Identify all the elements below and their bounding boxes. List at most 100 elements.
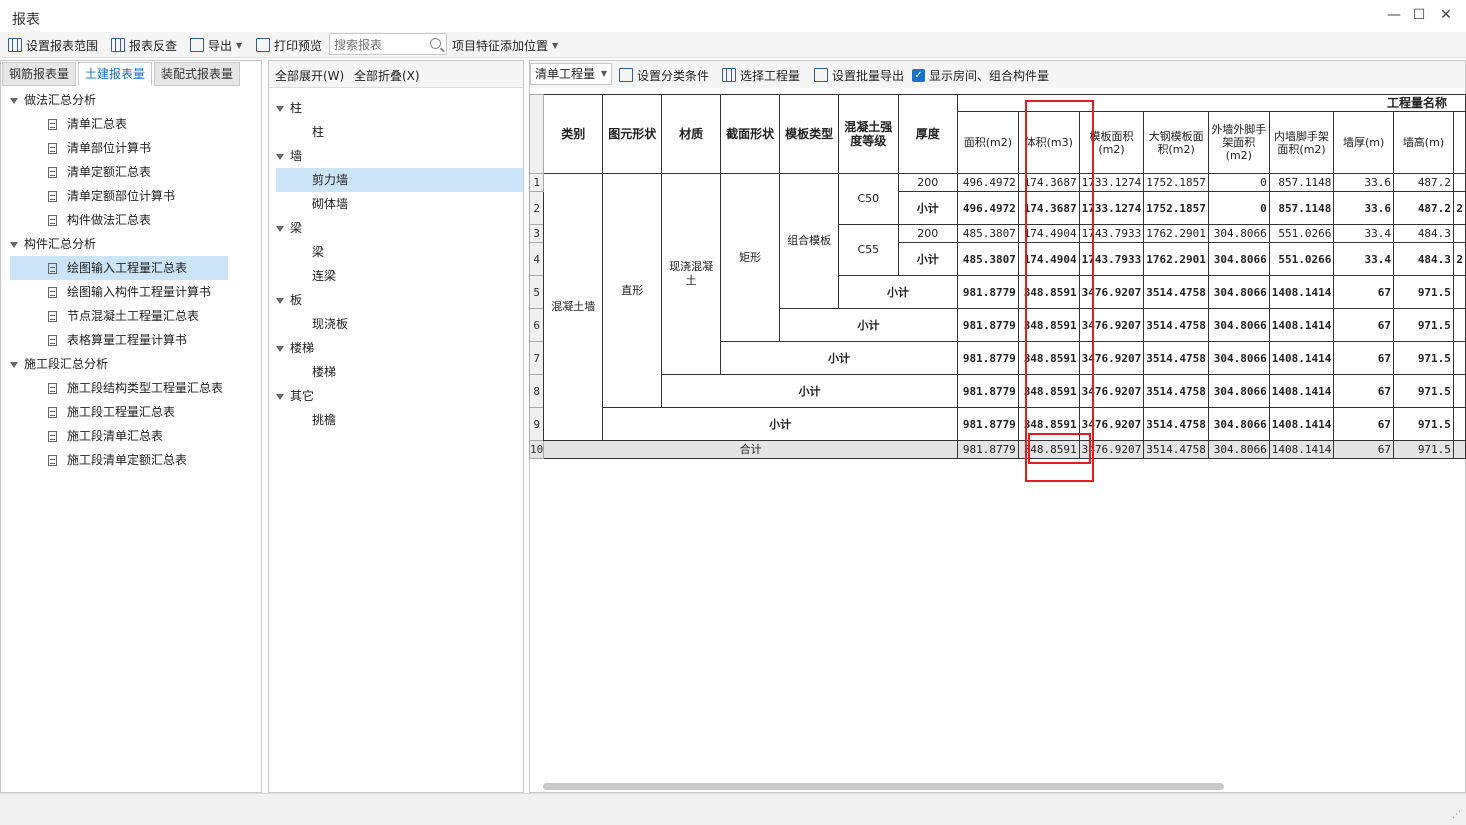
tree-group-label: 构件汇总分析 (24, 237, 97, 251)
search-box[interactable] (329, 33, 447, 55)
feature-position-dropdown[interactable]: 项目特征添加位置 ▼ (452, 36, 558, 54)
component-item[interactable]: 现浇板 (276, 312, 523, 336)
tree-group[interactable]: 施工段汇总分析 (10, 352, 258, 376)
report-item[interactable]: 施工段结构类型工程量汇总表 (10, 376, 258, 400)
qty-header: 内墙脚手架面积(m2) (1268, 111, 1335, 174)
row-number: 2 (529, 191, 545, 225)
value-cell: 67 (1333, 341, 1394, 375)
quantity-type-select[interactable]: 清单工程量 ▼ (530, 63, 612, 85)
close-button[interactable]: ✕ (1435, 6, 1457, 24)
tree-group[interactable]: 做法汇总分析 (10, 88, 258, 112)
report-item[interactable]: 施工段清单汇总表 (10, 424, 258, 448)
value-cell: 1752.1857 (1143, 191, 1209, 225)
report-item[interactable]: 绘图输入工程量汇总表 (10, 256, 228, 280)
expand-arrow-icon[interactable] (10, 241, 18, 248)
expand-arrow-icon[interactable] (276, 297, 284, 304)
component-tree: 柱柱墙剪力墙 砌体墙梁梁连梁板现浇板 楼梯 楼梯 其它 挑檐 (276, 96, 523, 432)
report-item[interactable]: 清单汇总表 (10, 112, 258, 136)
subtotal-cell: 小计 (838, 275, 958, 309)
edge-cell (1452, 341, 1466, 375)
select-quantity-label: 选择工程量 (740, 68, 801, 83)
set-category-button[interactable]: 设置分类条件 (619, 66, 709, 84)
chevron-down-icon: ▼ (236, 40, 243, 50)
tab-rebar[interactable]: 钢筋报表量 (2, 62, 77, 86)
value-cell: 971.5 (1393, 308, 1454, 342)
document-icon (48, 455, 57, 466)
search-icon[interactable] (430, 38, 441, 49)
minimize-button[interactable]: — (1383, 6, 1405, 24)
qty-header: 面积(m2) (956, 111, 1019, 174)
report-item[interactable]: 清单部位计算书 (10, 136, 258, 160)
tab-prefab[interactable]: 装配式报表量 (154, 62, 241, 86)
export-button[interactable]: 导出 ▼ (190, 36, 242, 54)
tree-group[interactable]: 构件汇总分析 (10, 232, 258, 256)
resize-grip-icon[interactable]: ⋰ (1452, 810, 1461, 820)
expand-arrow-icon[interactable] (276, 153, 284, 160)
component-group[interactable]: 其它 (276, 384, 523, 408)
report-item[interactable]: 绘图输入构件工程量计算书 (10, 280, 258, 304)
report-item[interactable]: 表格算量工程量计算书 (10, 328, 258, 352)
maximize-button[interactable]: ☐ (1408, 6, 1430, 24)
report-item-label: 施工段清单汇总表 (67, 429, 164, 443)
document-icon (48, 335, 57, 346)
window-title: 报表 (12, 12, 40, 28)
expand-arrow-icon[interactable] (10, 97, 18, 104)
component-item[interactable]: 柱 (276, 120, 523, 144)
component-item[interactable]: 连梁 (276, 264, 523, 288)
expand-all-button[interactable]: 全部展开(W) (275, 67, 344, 84)
report-item[interactable]: 施工段工程量汇总表 (10, 400, 258, 424)
expand-arrow-icon[interactable] (276, 105, 284, 112)
checkbox-checked-icon[interactable]: ✓ (912, 68, 925, 82)
expand-arrow-icon[interactable] (10, 361, 18, 368)
component-group[interactable]: 板 (276, 288, 523, 312)
tab-civil[interactable]: 土建报表量 (78, 62, 153, 86)
value-cell: 3514.4758 (1143, 440, 1209, 459)
component-item[interactable]: 砌体墙 (276, 192, 523, 216)
reverse-check-button[interactable]: 报表反查 (111, 36, 177, 54)
chevron-down-icon: ▼ (600, 69, 607, 78)
report-tree: 做法汇总分析 清单汇总表清单部位计算书 清单定额汇总表清单定额部位计算书 构件做法汇总… (10, 88, 258, 472)
show-rooms-toggle[interactable]: ✓ 显示房间、组合构件量 (912, 66, 1049, 84)
edge-cell (1452, 308, 1466, 342)
batch-export-button[interactable]: 设置批量导出 (814, 66, 904, 84)
expand-arrow-icon[interactable] (276, 225, 284, 232)
document-icon (48, 431, 57, 442)
edge-cell (1452, 374, 1466, 408)
component-item[interactable]: 挑檐 (276, 408, 523, 432)
collapse-all-button[interactable]: 全部折叠(X) (354, 67, 420, 84)
value-cell: 304.8066 (1207, 308, 1270, 342)
report-item[interactable]: 节点混凝土工程量汇总表 (10, 304, 258, 328)
report-item-label: 施工段工程量汇总表 (67, 405, 176, 419)
report-item-label: 绘图输入构件工程量计算书 (67, 285, 212, 299)
report-item[interactable]: 清单定额汇总表 (10, 160, 258, 184)
component-group[interactable]: 梁 (276, 216, 523, 240)
value-cell: 1408.1414 (1268, 341, 1335, 375)
component-group[interactable]: 柱 (276, 96, 523, 120)
component-item[interactable]: 梁 (276, 240, 523, 264)
expand-arrow-icon[interactable] (276, 345, 284, 352)
component-group[interactable]: 墙 (276, 144, 523, 168)
report-item[interactable]: 构件做法汇总表 (10, 208, 258, 232)
report-item[interactable]: 施工段清单定额汇总表 (10, 448, 258, 472)
set-range-button[interactable]: 设置报表范围 (8, 36, 98, 54)
report-item-label: 清单部位计算书 (67, 141, 152, 155)
subtotal-cell: 小计 (897, 191, 958, 225)
expand-arrow-icon[interactable] (276, 393, 284, 400)
report-item[interactable]: 清单定额部位计算书 (10, 184, 258, 208)
print-preview-button[interactable]: 打印预览 (256, 36, 322, 54)
col-header: 图元形状 (602, 94, 663, 174)
value-cell: 551.0266 (1268, 242, 1335, 276)
value-cell: 971.5 (1393, 440, 1454, 459)
component-group-label: 板 (290, 293, 303, 307)
component-item[interactable]: 剪力墙 (276, 168, 523, 192)
search-input[interactable] (332, 35, 428, 55)
component-group[interactable]: 楼梯 (276, 336, 523, 360)
row-number: 10 (529, 440, 545, 459)
horizontal-scrollbar[interactable] (543, 783, 1224, 790)
export-icon (190, 38, 204, 52)
select-quantity-button[interactable]: 选择工程量 (722, 66, 800, 84)
component-group-label: 楼梯 (290, 341, 315, 355)
report-item-label: 清单定额汇总表 (67, 165, 152, 179)
component-item[interactable]: 楼梯 (276, 360, 523, 384)
value-cell: 857.1148 (1268, 191, 1335, 225)
